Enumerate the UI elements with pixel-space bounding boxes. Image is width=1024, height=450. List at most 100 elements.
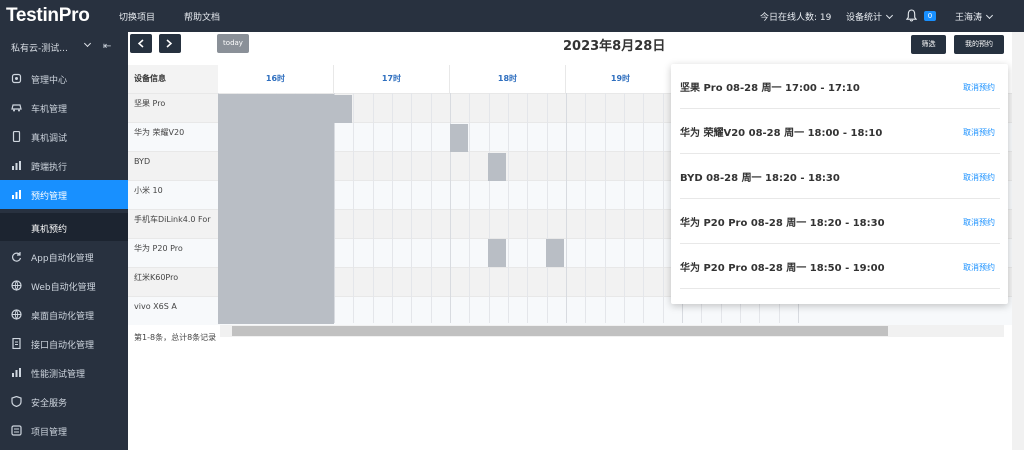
past-time-region — [218, 94, 334, 324]
refresh-icon — [12, 252, 22, 262]
bar-icon — [12, 161, 21, 170]
phone-icon — [12, 131, 21, 142]
device-name: 华为 P20 Pro — [134, 244, 183, 253]
reserved-slot[interactable] — [488, 239, 506, 267]
my-reservations-popup: 坚果 Pro 08-28 周一 17:00 - 17:10 取消预约 华为 荣耀V2… — [671, 64, 1008, 304]
shield-icon — [11, 396, 22, 407]
my-reservations-button[interactable]: 我的预约 — [954, 35, 1004, 54]
cancel-reservation-link[interactable]: 取消预约 — [963, 127, 995, 138]
sidebar-subitem-device-reservation[interactable]: 真机预约 — [0, 213, 128, 241]
help-docs-link[interactable]: 帮助文档 — [184, 10, 220, 23]
workspace-selector[interactable]: 私有云-测试... — [11, 41, 68, 54]
cancel-reservation-link[interactable]: 取消预约 — [963, 262, 995, 273]
date-title: 2023年8月28日 — [563, 39, 666, 54]
sidebar-item[interactable]: 车机管理 — [0, 93, 128, 122]
user-menu[interactable]: 王海涛 — [955, 10, 994, 23]
top-bar: TestinPro 切换项目 帮助文档 今日在线人数: 19 设备统计 0 王海… — [0, 0, 1024, 32]
sidebar-item[interactable]: 桌面自动化管理 — [0, 300, 128, 329]
grid-line — [469, 93, 470, 323]
app-logo: TestinPro — [6, 5, 90, 26]
sidebar-item[interactable]: 性能测试管理 — [0, 358, 128, 387]
grid-line — [373, 93, 374, 323]
sidebar-item-label: 项目管理 — [31, 428, 68, 438]
switch-project-link[interactable]: 切换项目 — [119, 10, 155, 23]
chevron-left-icon — [137, 39, 144, 48]
reservation-text: 华为 P20 Pro 08-28 周一 18:50 - 19:00 — [680, 263, 885, 274]
reservation-text: 华为 荣耀V20 08-28 周一 18:00 - 18:10 — [680, 128, 883, 139]
reserved-slot[interactable] — [334, 95, 352, 123]
grid-line — [431, 93, 432, 323]
device-name: 手机车DiLink4.0 For — [134, 215, 211, 224]
next-day-button[interactable] — [159, 34, 181, 53]
list-icon — [11, 425, 22, 436]
sidebar-item-label: 性能测试管理 — [31, 370, 86, 380]
sidebar-item-label: 真机调试 — [31, 134, 68, 144]
sidebar-item[interactable]: 项目管理 — [0, 416, 128, 445]
sidebar-item[interactable]: App自动化管理 — [0, 242, 128, 271]
device-stats-label: 设备统计 — [846, 13, 883, 23]
sidebar-item[interactable]: 跨端执行 — [0, 151, 128, 180]
reservation-text: 华为 P20 Pro 08-28 周一 18:20 - 18:30 — [680, 218, 885, 229]
horizontal-scrollbar[interactable] — [220, 325, 1004, 337]
device-name: BYD — [134, 157, 151, 166]
sidebar-subitem-label: 真机预约 — [31, 225, 68, 235]
sidebar-item[interactable]: 接口自动化管理 — [0, 329, 128, 358]
sidebar-item[interactable]: Web自动化管理 — [0, 271, 128, 300]
sidebar-item[interactable]: 真机调试 — [0, 122, 128, 151]
prev-day-button[interactable] — [130, 34, 152, 53]
reservation-text: 坚果 Pro 08-28 周一 17:00 - 17:10 — [680, 83, 860, 94]
reserved-slot[interactable] — [546, 239, 564, 267]
bar-icon — [12, 368, 21, 377]
globe-icon — [11, 280, 22, 291]
grid-line — [508, 93, 509, 323]
hour-header: 16时 — [218, 65, 334, 93]
sidebar-item[interactable]: 管理中心 — [0, 64, 128, 93]
reservation-item: BYD 08-28 周一 18:20 - 18:30 取消预约 — [680, 154, 1000, 199]
collapse-menu-icon[interactable]: ⇤ — [103, 41, 111, 52]
reserved-slot[interactable] — [450, 124, 468, 152]
scrollbar-thumb[interactable] — [232, 326, 888, 336]
user-name: 王海涛 — [955, 13, 983, 23]
vertical-scrollbar[interactable] — [1012, 32, 1024, 450]
device-stats-dropdown[interactable]: 设备统计 — [846, 10, 894, 23]
reserved-slot[interactable] — [488, 153, 506, 181]
grid-line — [663, 93, 664, 323]
grid-line — [392, 93, 393, 323]
chevron-down-icon — [83, 39, 92, 48]
grid-line — [547, 93, 548, 323]
sidebar-item-label: 跨端执行 — [31, 163, 68, 173]
cancel-reservation-link[interactable]: 取消预约 — [963, 217, 995, 228]
sidebar-item[interactable]: 预约管理 — [0, 180, 128, 209]
grid-line — [334, 93, 335, 323]
grid-line — [411, 93, 412, 323]
sidebar-item-label: 安全服务 — [31, 399, 68, 409]
sidebar-item-label: 桌面自动化管理 — [31, 312, 95, 322]
bell-icon[interactable] — [906, 9, 917, 22]
sidebar-item-label: App自动化管理 — [31, 254, 94, 264]
filter-button[interactable]: 筛选 — [911, 35, 946, 54]
today-button[interactable]: today — [217, 34, 249, 53]
cancel-reservation-link[interactable]: 取消预约 — [963, 172, 995, 183]
hour-header: 17时 — [334, 65, 450, 93]
sidebar: 私有云-测试... ⇤ 管理中心车机管理真机调试跨端执行预约管理 App自动化管理… — [0, 32, 128, 450]
grid-line — [527, 93, 528, 323]
hour-header: 18时 — [450, 65, 566, 93]
sidebar-item-label: 预约管理 — [31, 192, 68, 202]
reservation-item: 华为 P20 Pro 08-28 周一 18:20 - 18:30 取消预约 — [680, 199, 1000, 244]
grid-line — [585, 93, 586, 323]
grid-line — [605, 93, 606, 323]
document-icon — [12, 338, 21, 349]
pagination-summary: 第1-8条，总计8条记录 — [134, 333, 217, 342]
car-icon — [11, 104, 22, 112]
device-name: 小米 10 — [134, 186, 163, 195]
home-icon — [11, 73, 22, 84]
cancel-reservation-link[interactable]: 取消预约 — [963, 82, 995, 93]
sidebar-item-label: 管理中心 — [31, 76, 68, 86]
notification-badge: 0 — [924, 11, 936, 21]
sidebar-item[interactable]: 安全服务 — [0, 387, 128, 416]
grid-line — [353, 93, 354, 323]
chevron-down-icon — [885, 11, 894, 20]
chevron-down-icon — [985, 11, 994, 20]
device-name: 坚果 Pro — [134, 99, 166, 108]
grid-line — [566, 93, 567, 323]
